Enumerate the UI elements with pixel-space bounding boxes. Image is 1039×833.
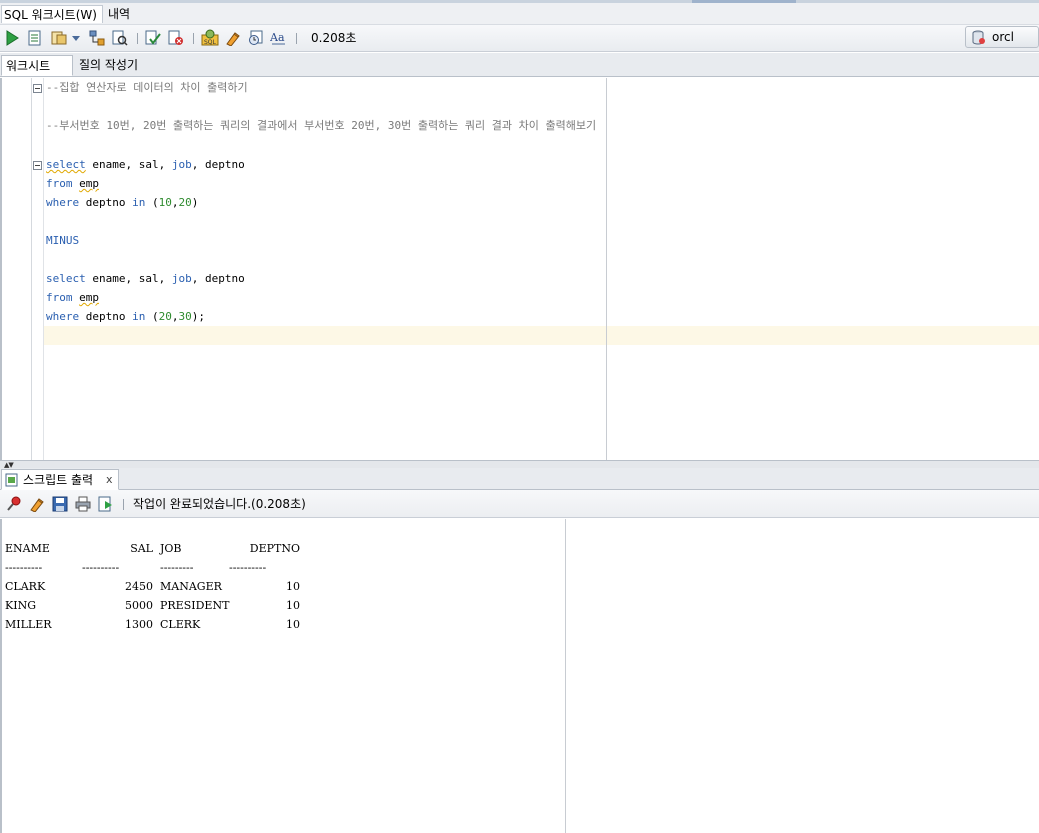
cell-ename: CLARK <box>5 580 46 593</box>
output-toolbar: 작업이 완료되었습니다.(0.208초) <box>0 490 1039 518</box>
fold-gutter-line <box>43 78 44 460</box>
worksheet-toolbar: SQL Aa 0.208초 orcl <box>0 25 1039 52</box>
dropdown-arrow-icon[interactable] <box>70 29 82 47</box>
code-line-select: select ename, sal, job, deptno <box>46 158 245 171</box>
code-line-select: select ename, sal, job, deptno <box>46 272 245 285</box>
database-icon <box>971 30 987 49</box>
tab-script-output[interactable]: 스크립트 출력 x <box>1 469 119 490</box>
unshared-worksheet-icon[interactable] <box>247 29 265 47</box>
code-line-where: where deptno in (10,20) <box>46 196 199 209</box>
svg-text:Aa: Aa <box>270 31 285 44</box>
explain-plan-icon[interactable] <box>88 29 106 47</box>
fold-toggle-icon[interactable] <box>33 161 42 170</box>
tab-sql-worksheet[interactable]: SQL 워크시트(W) <box>1 5 103 23</box>
separator-deptno: ---------- <box>229 561 267 574</box>
output-status: 작업이 완료되었습니다.(0.208초) <box>133 497 306 511</box>
cell-job: PRESIDENT <box>160 599 230 612</box>
line-gutter <box>2 78 32 460</box>
print-icon[interactable] <box>74 495 92 513</box>
rollback-icon[interactable] <box>167 29 185 47</box>
cell-ename: MILLER <box>5 618 52 631</box>
cell-sal: 5000 <box>125 599 153 612</box>
sql-history-icon[interactable]: SQL <box>201 29 219 47</box>
output-divider <box>565 519 566 833</box>
cell-deptno: 10 <box>286 618 300 631</box>
autotrace-icon[interactable] <box>50 29 68 47</box>
cell-deptno: 10 <box>286 580 300 593</box>
fold-toggle-icon[interactable] <box>33 84 42 93</box>
run-script-icon[interactable] <box>26 29 44 47</box>
worksheet-tab-bar: SQL 워크시트(W) 내역 <box>0 3 1039 25</box>
sql-tuning-icon[interactable] <box>111 29 129 47</box>
script-output-label: 스크립트 출력 <box>23 473 94 487</box>
script-output-area[interactable]: ENAME SAL JOB DEPTNO ---------- --------… <box>0 519 1039 833</box>
commit-icon[interactable] <box>144 29 162 47</box>
code-line-comment: --부서번호 10번, 20번 출력하는 쿼리의 결과에서 부서번호 20번, … <box>46 119 597 132</box>
connection-label: orcl <box>992 30 1014 44</box>
table-row: KING 5000 PRESIDENT 10 <box>5 596 300 615</box>
svg-text:SQL: SQL <box>204 39 217 46</box>
pin-icon[interactable] <box>5 495 23 513</box>
separator-job: --------- <box>160 561 194 574</box>
editor-tab-bar: 워크시트 질의 작성기 <box>0 53 1039 77</box>
right-margin-line <box>606 78 607 460</box>
cell-job: CLERK <box>160 618 201 631</box>
column-header-job: JOB <box>160 542 182 555</box>
tab-history[interactable]: 내역 <box>106 5 132 23</box>
sql-editor[interactable]: --집합 연산자로 데이터의 차이 출력하기 --부서번호 10번, 20번 출… <box>0 78 1039 460</box>
script-output-icon <box>5 473 19 490</box>
export-icon[interactable] <box>97 495 115 513</box>
panel-splitter[interactable]: ▲▼ <box>0 460 1039 469</box>
close-icon[interactable]: x <box>106 472 113 488</box>
table-row: CLARK 2450 MANAGER 10 <box>5 577 300 596</box>
run-statement-icon[interactable] <box>3 29 21 47</box>
format-icon[interactable]: Aa <box>270 29 288 47</box>
toolbar-separator <box>137 33 138 44</box>
toolbar-separator <box>193 33 194 44</box>
clear-output-icon[interactable] <box>28 495 46 513</box>
cell-job: MANAGER <box>160 580 222 593</box>
toolbar-separator <box>296 33 297 44</box>
cell-sal: 1300 <box>125 618 153 631</box>
current-line-highlight <box>44 326 1039 345</box>
save-icon[interactable] <box>51 495 69 513</box>
column-header-deptno: DEPTNO <box>249 542 300 555</box>
elapsed-time: 0.208초 <box>311 31 357 45</box>
separator-ename: ---------- <box>5 561 43 574</box>
code-line-comment: --집합 연산자로 데이터의 차이 출력하기 <box>46 81 248 94</box>
code-line-where: where deptno in (20,30); <box>46 310 205 323</box>
clear-icon[interactable] <box>224 29 242 47</box>
tab-worksheet[interactable]: 워크시트 <box>1 55 73 76</box>
output-tab-bar: 스크립트 출력 x <box>0 468 1039 490</box>
result-separator-row: ---------- ---------- --------- --------… <box>5 558 266 577</box>
result-header-row: ENAME SAL JOB DEPTNO <box>5 539 300 558</box>
cell-sal: 2450 <box>125 580 153 593</box>
toolbar-separator <box>123 499 124 510</box>
separator-sal: ---------- <box>82 561 120 574</box>
code-line-from: from emp <box>46 177 99 190</box>
code-line-from: from emp <box>46 291 99 304</box>
tab-query-builder[interactable]: 질의 작성기 <box>75 55 142 76</box>
cell-deptno: 10 <box>286 599 300 612</box>
code-line-minus: MINUS <box>46 234 80 247</box>
cell-ename: KING <box>5 599 36 612</box>
table-row: MILLER 1300 CLERK 10 <box>5 615 300 634</box>
connection-selector[interactable]: orcl <box>965 26 1039 48</box>
column-header-ename: ENAME <box>5 542 50 555</box>
column-header-sal: SAL <box>130 542 153 555</box>
